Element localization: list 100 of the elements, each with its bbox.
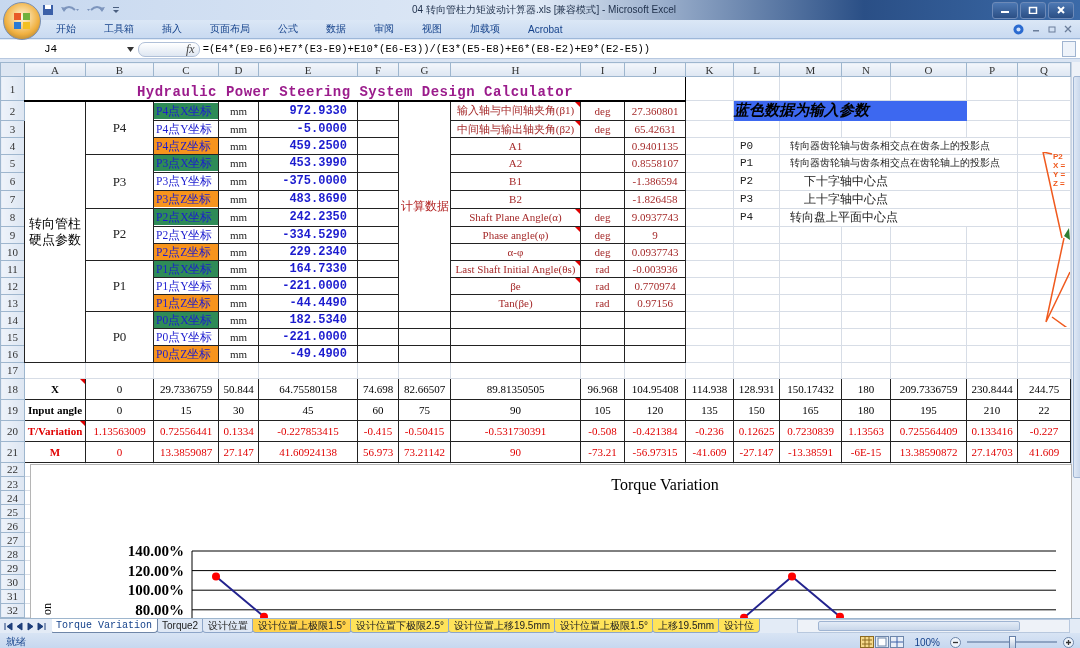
row-header[interactable]: 1 (0, 76, 25, 101)
table-cell: 128.931 (733, 378, 780, 400)
coordinate-value: -221.0000 (258, 328, 358, 346)
ribbon-tab[interactable]: 页面布局 (210, 22, 250, 36)
row-header[interactable]: 20 (0, 420, 25, 442)
section-label: 计算数据 (398, 100, 451, 312)
maximize-button[interactable] (1020, 1, 1046, 19)
ribbon-tab[interactable]: 开始 (56, 22, 76, 36)
vertical-scrollbar[interactable] (1071, 62, 1080, 618)
dropdown-icon[interactable] (127, 46, 134, 52)
ribbon-tab[interactable]: 审阅 (374, 22, 394, 36)
table-cell: -6E-15 (841, 441, 891, 463)
minimize-button[interactable] (992, 1, 1018, 19)
sheet-tab[interactable]: Torque2 (156, 619, 205, 633)
sheet-tab[interactable]: 上移19.5mm (652, 619, 721, 633)
coordinate-value: -5.0000 (258, 120, 358, 138)
unit-label: mm (218, 172, 259, 191)
zoom-level[interactable]: 100% (914, 636, 940, 648)
table-cell: 150.17432 (779, 378, 842, 400)
ribbon-tab[interactable]: Acrobat (528, 23, 563, 35)
slider-thumb[interactable] (1009, 635, 1016, 648)
restore-icon[interactable] (1048, 25, 1056, 33)
sheet-tab[interactable]: 设计位置下极限2.5° (350, 619, 450, 633)
sheet-tab[interactable]: Torque Variation (52, 619, 158, 633)
column-header[interactable]: G (398, 62, 451, 77)
close-icon[interactable] (1064, 25, 1072, 33)
unit-label: mm (218, 208, 259, 227)
zoom-out-icon[interactable] (950, 636, 961, 648)
coordinate-value: -49.4900 (258, 345, 358, 363)
table-cell: 75 (398, 399, 451, 421)
diagram-label: P2 (1053, 152, 1064, 161)
column-header[interactable]: N (841, 62, 891, 77)
column-header[interactable]: O (890, 62, 967, 77)
office-logo-icon (13, 12, 31, 30)
page-break-icon[interactable] (890, 636, 905, 648)
data-point (836, 612, 844, 618)
help-icon[interactable] (1013, 23, 1024, 35)
horizontal-scrollbar[interactable] (797, 619, 1070, 633)
previous-sheet-icon[interactable] (15, 621, 24, 631)
expand-formula-button[interactable] (1062, 41, 1076, 57)
column-header[interactable]: M (779, 62, 842, 77)
close-button[interactable] (1048, 1, 1074, 19)
sheet-tab[interactable]: 设计位置 (202, 619, 255, 633)
page-layout-icon[interactable] (875, 636, 890, 648)
parameter-label: α-φ (450, 243, 581, 261)
ribbon-tab[interactable]: 视图 (422, 22, 442, 36)
unit-label: deg (580, 120, 625, 138)
first-sheet-icon[interactable] (4, 621, 13, 631)
sheet-tab[interactable]: 设计位 (718, 619, 761, 633)
ribbon-tab[interactable]: 公式 (278, 22, 298, 36)
column-header[interactable]: P (966, 62, 1018, 77)
point-description: 转向盘上平面中心点 (779, 208, 1018, 227)
column-header[interactable]: E (258, 62, 358, 77)
coordinate-value: 453.3990 (258, 154, 358, 172)
save-icon[interactable] (42, 4, 54, 16)
coordinate-value: -375.0000 (258, 172, 358, 191)
table-cell: 180 (841, 378, 891, 400)
formula-bar-handle[interactable] (138, 41, 200, 57)
column-header[interactable]: A (24, 62, 86, 77)
scroll-thumb[interactable] (1073, 76, 1080, 478)
row-header[interactable]: 18 (0, 378, 25, 400)
coordinate-value: 972.9330 (258, 100, 358, 121)
name-box[interactable]: J4 (6, 42, 138, 56)
ribbon-tab[interactable]: 工具箱 (104, 22, 134, 36)
insert-function-button[interactable]: fx (186, 41, 195, 57)
column-header[interactable]: B (85, 62, 154, 77)
sheet-tab[interactable]: 设计位置上极限1.5° (252, 619, 353, 633)
axis-tick-label: 80.00% (135, 601, 184, 618)
point-name: P0 (733, 137, 780, 155)
last-sheet-icon[interactable] (37, 621, 46, 631)
column-header[interactable]: I (580, 62, 625, 77)
customize-icon[interactable] (112, 4, 120, 16)
sheet-tab[interactable]: 设计位置上极限1.5° (554, 619, 654, 633)
data-point (788, 572, 796, 581)
column-header[interactable]: Q (1017, 62, 1071, 77)
table-cell: 0.72556441 (153, 420, 219, 442)
zoom-in-icon[interactable] (1063, 636, 1074, 648)
row-header[interactable]: 2 (0, 100, 25, 121)
column-header[interactable]: F (357, 62, 399, 77)
next-sheet-icon[interactable] (26, 621, 35, 631)
column-header[interactable]: H (450, 62, 581, 77)
row-header[interactable]: 19 (0, 399, 25, 421)
table-cell: 0.7230839 (779, 420, 842, 442)
scroll-thumb[interactable] (818, 621, 1020, 631)
ribbon-tab[interactable]: 数据 (326, 22, 346, 36)
unit-label: mm (218, 345, 259, 363)
ribbon-tab[interactable]: 插入 (162, 22, 182, 36)
normal-view-icon[interactable] (860, 636, 875, 648)
column-header[interactable]: D (218, 62, 259, 77)
column-header[interactable]: K (685, 62, 734, 77)
unit-label: rad (580, 277, 625, 295)
coordinate-value: 182.5340 (258, 311, 358, 329)
column-header[interactable]: C (153, 62, 219, 77)
column-header[interactable]: J (624, 62, 686, 77)
column-header[interactable]: L (733, 62, 780, 77)
row-header[interactable]: 21 (0, 441, 25, 463)
parameter-value: 0.9401135 (624, 137, 686, 155)
ribbon-tab[interactable]: 加载项 (470, 22, 500, 36)
sheet-tab[interactable]: 设计位置上移19.5mm (447, 619, 557, 633)
unit-label: deg (580, 243, 625, 261)
